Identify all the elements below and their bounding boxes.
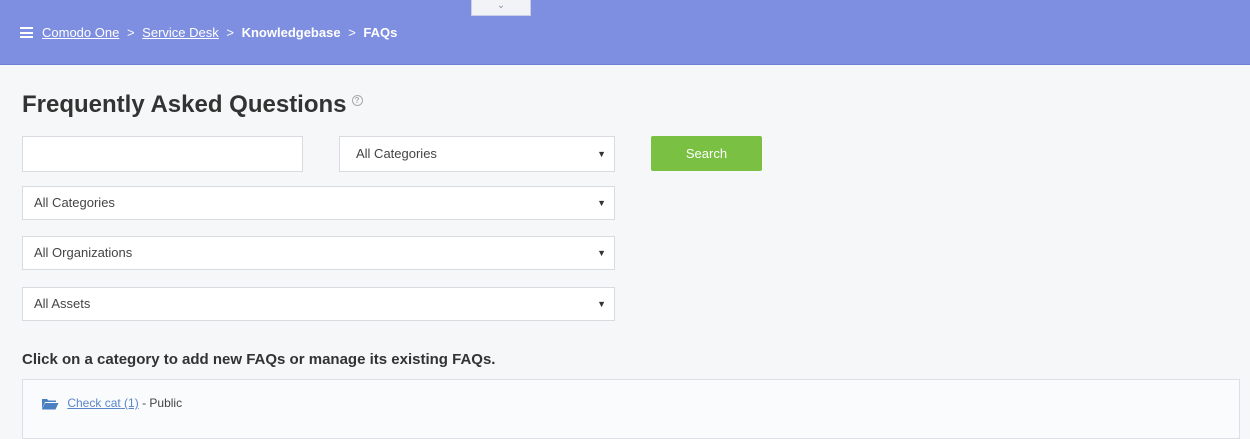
folder-icon[interactable] — [41, 397, 59, 410]
category-link[interactable]: Check cat (1) — [67, 396, 138, 410]
organization-filter-select[interactable]: All Organizations ▼ — [22, 236, 615, 270]
help-icon[interactable]: ? — [351, 95, 363, 106]
category-item: Check cat (1) - Public — [41, 396, 182, 410]
breadcrumb-service-desk[interactable]: Service Desk — [142, 25, 219, 40]
search-category-value: All Categories — [356, 146, 437, 161]
category-visibility: - Public — [142, 396, 183, 410]
page-title-text: Frequently Asked Questions — [22, 91, 347, 118]
menu-icon[interactable] — [20, 27, 33, 38]
search-input[interactable] — [22, 136, 303, 172]
breadcrumb-knowledgebase: Knowledgebase — [241, 25, 341, 40]
collapse-header-tab[interactable]: ⌄ — [471, 0, 531, 16]
dropdown-caret-icon: ▼ — [597, 198, 606, 208]
breadcrumb-comodo-one[interactable]: Comodo One — [42, 25, 119, 40]
category-filter-select[interactable]: All Categories ▼ — [22, 186, 615, 220]
search-button[interactable]: Search — [651, 136, 762, 171]
top-bar: ⌄ Comodo One > Service Desk > Knowledgeb… — [0, 0, 1250, 65]
breadcrumb-current: FAQs — [363, 25, 398, 40]
breadcrumb-separator: > — [226, 25, 234, 40]
category-name: Check cat — [67, 396, 121, 410]
category-count: (1) — [124, 396, 139, 410]
breadcrumb-separator: > — [348, 25, 356, 40]
dropdown-caret-icon: ▼ — [597, 149, 606, 159]
category-list-panel: Check cat (1) - Public — [22, 379, 1240, 439]
dropdown-caret-icon: ▼ — [597, 248, 606, 258]
instruction-text: Click on a category to add new FAQs or m… — [22, 351, 496, 368]
chevron-down-icon: ⌄ — [496, 0, 506, 11]
dropdown-caret-icon: ▼ — [597, 299, 606, 309]
breadcrumb-separator: > — [126, 25, 135, 40]
category-filter-value: All Categories — [34, 195, 115, 210]
organization-filter-value: All Organizations — [34, 245, 133, 260]
breadcrumb: Comodo One > Service Desk > Knowledgebas… — [42, 24, 397, 42]
page-title: Frequently Asked Questions? — [22, 90, 363, 120]
search-category-select[interactable]: All Categories ▼ — [339, 136, 615, 172]
asset-filter-select[interactable]: All Assets ▼ — [22, 287, 615, 321]
asset-filter-value: All Assets — [34, 296, 91, 311]
